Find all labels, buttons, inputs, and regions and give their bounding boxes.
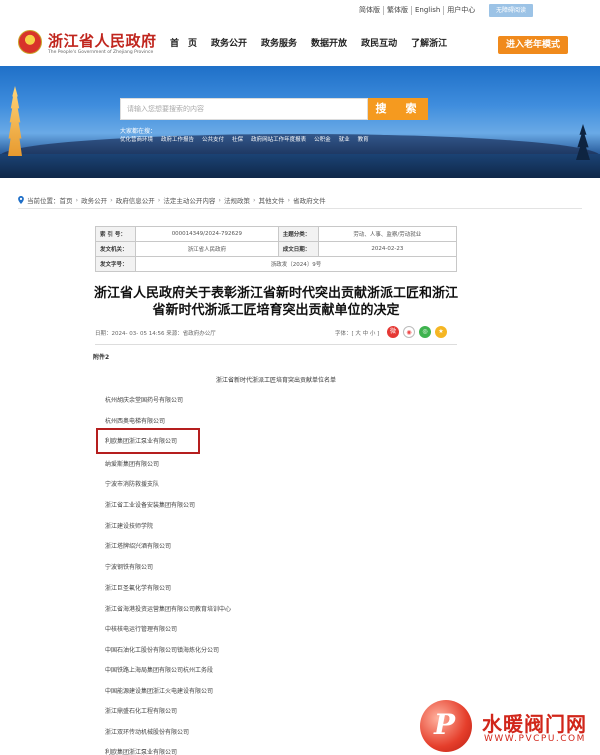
nav-open-data[interactable]: 数据开放 [311, 36, 347, 49]
chevron-right-icon: › [252, 196, 256, 204]
hot-link[interactable]: 教育 [358, 135, 369, 143]
article-title: 浙江省人民政府关于表彰浙江省新时代突出贡献浙派工匠和浙江省新时代浙派工匠培育突出… [93, 286, 458, 318]
breadcrumb-item[interactable]: 首页 [60, 195, 73, 205]
list-item: 浙江双环传动机械股份有限公司 [105, 729, 190, 736]
index-value: 000014349/2024-792629 [135, 226, 279, 242]
topic-label: 主题分类： [277, 226, 319, 242]
date-label: 成文日期： [277, 241, 319, 257]
list-item: 中国能源建设集团浙江火电建设有限公司 [105, 688, 214, 695]
language-links: 简体版 繁体版 English 用户中心 [356, 6, 478, 15]
favorite-star-icon[interactable]: ★ [435, 326, 447, 338]
date-value: 2024-02-23 [317, 241, 458, 257]
breadcrumb-item[interactable]: 省政府文件 [293, 195, 326, 205]
weibo-share-icon[interactable]: 微 [387, 326, 399, 338]
wechat-share-icon[interactable]: ◎ [419, 326, 431, 338]
nav-about[interactable]: 了解浙江 [411, 36, 447, 49]
link-simplified[interactable]: 简体版 [356, 6, 384, 15]
list-item: 浙江省工业设备安装集团有限公司 [105, 502, 196, 509]
list-item: 浙江建设技师学院 [105, 523, 154, 530]
hot-link[interactable]: 社保 [232, 135, 243, 143]
list-item: 宁波市消防救援支队 [105, 481, 160, 488]
hot-search-links: 优化营商环境 政府工作报告 公共支付 社保 政府网站工作年度报表 公积金 就业 … [120, 135, 377, 143]
list-item: 利欧集团浙江泵业有限公司 [105, 749, 178, 755]
index-label: 索 引 号： [95, 226, 136, 242]
list-title: 浙江省新时代浙派工匠培育突出贡献单位名单 [215, 377, 336, 384]
hot-link[interactable]: 政府网站工作年度报表 [251, 135, 306, 143]
nav-interaction[interactable]: 政民互动 [361, 36, 397, 49]
top-utility-bar: 简体版 繁体版 English 用户中心 无障碍阅读 [0, 0, 600, 22]
doc-number-label: 发文字号： [95, 256, 136, 272]
nav-home[interactable]: 首 页 [170, 36, 197, 49]
breadcrumb-prefix: 当前位置： [27, 197, 60, 205]
list-item: 浙江塔牌绍兴酒有限公司 [105, 543, 172, 550]
hero-banner [0, 66, 600, 178]
national-emblem-icon[interactable] [18, 30, 42, 54]
list-item: 中国铁路上海局集团有限公司杭州工务段 [105, 667, 214, 674]
highlight-box [96, 428, 200, 454]
pavilion-icon [576, 124, 590, 160]
chevron-right-icon: › [75, 196, 79, 204]
watermark-brand: 水暖阀门网 [482, 712, 587, 736]
list-item: 浙江省海港投资运营集团有限公司教育培训中心 [105, 606, 232, 613]
hot-link[interactable]: 就业 [339, 135, 350, 143]
list-item: 浙江巨圣氟化学有限公司 [105, 585, 172, 592]
breadcrumb-item[interactable]: 政务公开 [81, 195, 107, 205]
link-english[interactable]: English [412, 6, 445, 15]
breadcrumb: 当前位置： 首页 › 政务公开 › 政府信息公开 › 法定主动公开内容 › 法规… [18, 195, 326, 205]
list-item: 杭州西奥电梯有限公司 [105, 417, 166, 425]
search-button[interactable]: 搜 索 [368, 98, 428, 120]
font-size-control[interactable]: 字体：[ 大 中 小 ] [335, 329, 379, 337]
list-item: 中国石油化工股份有限公司镇海炼化分公司 [105, 647, 220, 654]
pagoda-icon [8, 86, 22, 156]
chevron-right-icon: › [110, 196, 113, 204]
site-header: 浙江省人民政府 The People's Government of Zheji… [0, 22, 600, 66]
site-subtitle: The People's Government of Zhejiang Prov… [48, 50, 154, 55]
chevron-right-icon: › [157, 196, 161, 204]
breadcrumb-item[interactable]: 政府信息公开 [116, 195, 155, 205]
chevron-right-icon: › [218, 196, 221, 204]
list-item: 宁波钢铁有限公司 [105, 564, 154, 571]
hot-link[interactable]: 公积金 [314, 135, 331, 143]
hot-link[interactable]: 优化营商环境 [120, 135, 153, 143]
list-item: 中核核电运行管理有限公司 [105, 626, 178, 633]
site-watermark: P 水暖阀门网 WWW.PVCPU.COM [420, 700, 600, 755]
hot-link[interactable]: 政府工作报告 [161, 135, 194, 143]
doc-number-value: 浙政发〔2024〕9号 [135, 256, 457, 272]
watermark-logo-icon: P [420, 700, 472, 752]
location-pin-icon [18, 196, 24, 204]
main-nav: 首 页 政务公开 政务服务 数据开放 政民互动 了解浙江 [170, 36, 461, 49]
nav-gov-affairs[interactable]: 政务公开 [211, 36, 247, 49]
divider [95, 344, 457, 345]
link-user-center[interactable]: 用户中心 [444, 6, 478, 15]
divider [18, 208, 582, 209]
article-info-bar: 日期：2024- 03- 05 14:56 来源：省政府办公厅 字体：[ 大 中… [95, 326, 457, 340]
document-metadata-table: 索 引 号： 000014349/2024-792629 主题分类： 劳动、人事… [95, 226, 458, 272]
site-name[interactable]: 浙江省人民政府 [48, 30, 157, 51]
list-item: 纳爱斯集团有限公司 [105, 461, 160, 468]
list-item: 杭州胡庆余堂国药号有限公司 [105, 397, 184, 404]
hot-link[interactable]: 公共支付 [202, 135, 224, 143]
list-item: 浙江鼎盛石化工程有限公司 [105, 708, 178, 715]
topic-value: 劳动、人事、监察/劳动就业 [317, 226, 458, 242]
breadcrumb-item[interactable]: 法规政策 [224, 195, 250, 205]
issuer-label: 发文机关： [95, 241, 136, 257]
nav-gov-services[interactable]: 政务服务 [261, 36, 297, 49]
breadcrumb-item[interactable]: 其他文件 [259, 195, 285, 205]
toutiao-share-icon[interactable]: ◉ [403, 326, 415, 338]
banner-lake [0, 154, 600, 178]
accessibility-button[interactable]: 无障碍阅读 [489, 4, 533, 17]
chevron-right-icon: › [287, 196, 291, 204]
article-date-source: 日期：2024- 03- 05 14:56 来源：省政府办公厅 [95, 331, 216, 337]
hot-search-label: 大家都在搜： [120, 128, 157, 135]
attachment-label: 附件2 [93, 354, 110, 361]
search-input[interactable]: 请输入您想要搜索的内容 [120, 98, 368, 120]
elder-mode-button[interactable]: 进入老年模式 [498, 36, 568, 54]
watermark-url: WWW.PVCPU.COM [484, 734, 586, 744]
breadcrumb-item[interactable]: 法定主动公开内容 [163, 195, 215, 205]
link-traditional[interactable]: 繁体版 [384, 6, 412, 15]
issuer-value: 浙江省人民政府 [135, 241, 279, 257]
